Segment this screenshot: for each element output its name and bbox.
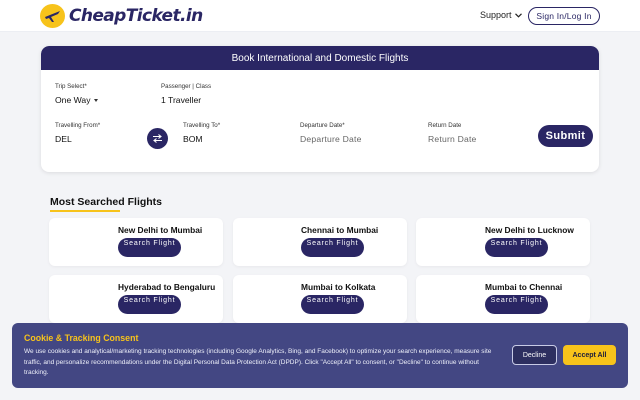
route-card: Hyderabad to Bengaluru Search Flight <box>49 275 223 323</box>
trip-select[interactable]: One Way <box>55 95 98 105</box>
submit-button[interactable]: Submit <box>538 125 593 147</box>
search-flight-button[interactable]: Search Flight <box>485 295 548 314</box>
return-date-input[interactable]: Return Date <box>428 134 477 144</box>
route-title: New Delhi to Lucknow <box>485 225 574 235</box>
passenger-label: Passenger | Class <box>161 83 212 90</box>
route-title: Mumbai to Kolkata <box>301 282 376 292</box>
swap-button[interactable] <box>147 128 168 149</box>
route-title: Mumbai to Chennai <box>485 282 563 292</box>
route-title: New Delhi to Mumbai <box>118 225 203 235</box>
plane-icon <box>40 4 65 28</box>
signin-button[interactable]: Sign In/Log In <box>528 7 600 25</box>
swap-icon <box>153 134 162 143</box>
chevron-down-icon <box>514 12 522 18</box>
caret-down-icon <box>93 99 98 103</box>
route-card: Chennai to Mumbai Search Flight <box>233 218 407 266</box>
search-flight-button[interactable]: Search Flight <box>301 295 364 314</box>
trip-select-value: One Way <box>55 95 91 105</box>
from-label: Travelling From* <box>55 122 101 129</box>
cookie-text: We use cookies and analytical/marketing … <box>24 348 492 376</box>
route-card: Mumbai to Kolkata Search Flight <box>233 275 407 323</box>
section-underline <box>50 210 120 212</box>
departure-label: Departure Date* <box>300 122 345 129</box>
accept-all-button[interactable]: Accept All <box>563 345 616 365</box>
decline-button[interactable]: Decline <box>512 345 557 365</box>
route-card: New Delhi to Lucknow Search Flight <box>416 218 590 266</box>
route-title: Hyderabad to Bengaluru <box>118 282 216 292</box>
departure-date-input[interactable]: Departure Date <box>300 134 362 144</box>
support-menu[interactable]: Support <box>480 10 522 20</box>
search-flight-button[interactable]: Search Flight <box>301 238 364 257</box>
trip-select-label: Trip Select* <box>55 83 87 90</box>
cookie-title: Cookie & Tracking Consent <box>24 333 139 343</box>
to-label: Travelling To* <box>183 122 221 129</box>
to-input[interactable]: BOM <box>183 134 203 144</box>
route-card: New Delhi to Mumbai Search Flight <box>49 218 223 266</box>
route-card: Mumbai to Chennai Search Flight <box>416 275 590 323</box>
booking-form: Book International and Domestic Flights … <box>41 46 599 172</box>
search-flight-button[interactable]: Search Flight <box>118 295 181 314</box>
route-title: Chennai to Mumbai <box>301 225 379 235</box>
site-header: CheapTicket.in Support Sign In/Log In <box>0 0 640 32</box>
cookie-banner: Cookie & Tracking Consent We use cookies… <box>12 323 628 388</box>
support-label: Support <box>480 10 512 20</box>
booking-heading: Book International and Domestic Flights <box>41 46 599 70</box>
search-flight-button[interactable]: Search Flight <box>485 238 548 257</box>
logo-text: CheapTicket.in <box>69 6 203 26</box>
section-title: Most Searched Flights <box>50 196 163 208</box>
return-label: Return Date <box>428 122 462 129</box>
from-input[interactable]: DEL <box>55 134 72 144</box>
search-flight-button[interactable]: Search Flight <box>118 238 181 257</box>
site-logo[interactable]: CheapTicket.in <box>40 4 203 28</box>
passenger-select[interactable]: 1 Traveller <box>161 95 201 105</box>
